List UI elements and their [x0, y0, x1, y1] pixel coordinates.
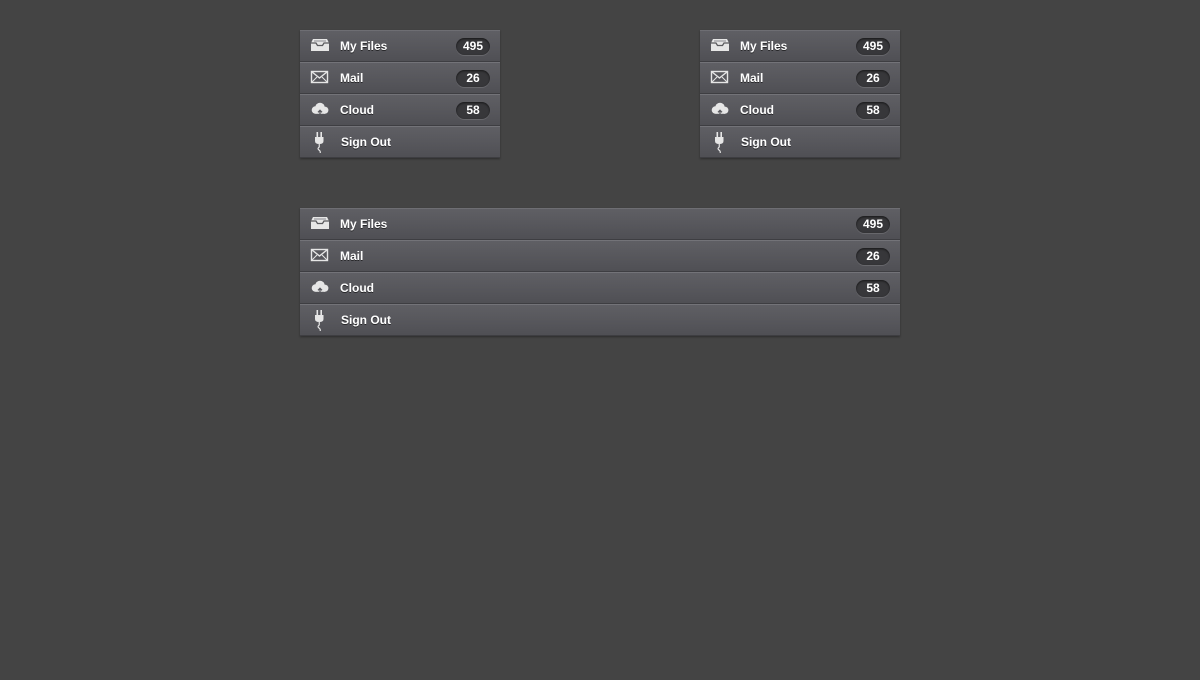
menu-item-label: Cloud	[740, 103, 774, 117]
menu-item-label: Mail	[740, 71, 764, 85]
menu-item-label: Cloud	[340, 281, 374, 295]
count-badge: 26	[856, 70, 890, 87]
mail-link[interactable]: Mail 26	[300, 63, 500, 94]
menu-item-my-files[interactable]: My Files 495	[300, 30, 500, 62]
sign-out-link[interactable]: Sign Out	[300, 127, 500, 158]
menu-item-sign-out[interactable]: Sign Out	[700, 126, 900, 158]
power-plug-icon	[310, 131, 330, 153]
cloud-link[interactable]: Cloud 58	[300, 95, 500, 126]
envelope-icon	[710, 70, 730, 88]
menu-item-cloud[interactable]: Cloud 58	[300, 94, 500, 126]
inbox-tray-icon	[710, 38, 730, 56]
cloud-link[interactable]: Cloud 58	[700, 95, 900, 126]
my-files-link[interactable]: My Files 495	[700, 31, 900, 62]
menu-item-my-files[interactable]: My Files 495	[700, 30, 900, 62]
menu-item-label: My Files	[340, 39, 388, 53]
count-badge: 58	[856, 102, 890, 119]
menu-item-cloud[interactable]: Cloud 58	[300, 272, 900, 304]
count-badge: 495	[855, 216, 890, 233]
menu-item-label: Sign Out	[341, 135, 391, 149]
menu-item-my-files[interactable]: My Files 495	[300, 208, 900, 240]
inbox-tray-icon	[310, 216, 330, 234]
power-plug-icon	[710, 131, 730, 153]
inbox-tray-icon	[310, 38, 330, 56]
menu-item-label: My Files	[340, 217, 388, 231]
my-files-link[interactable]: My Files 495	[300, 209, 900, 240]
cloud-icon	[310, 102, 330, 120]
nav-menu-wide: My Files 495 Mail 26 Cloud 58 Sign Out	[300, 208, 900, 336]
cloud-icon	[310, 280, 330, 298]
power-plug-icon	[310, 309, 330, 331]
sign-out-link[interactable]: Sign Out	[300, 305, 900, 336]
menu-item-mail[interactable]: Mail 26	[700, 62, 900, 94]
count-badge: 58	[456, 102, 490, 119]
nav-menu-narrow-left: My Files 495 Mail 26 Cloud 58 Sign Out	[300, 30, 500, 158]
cloud-icon	[710, 102, 730, 120]
menu-item-mail[interactable]: Mail 26	[300, 240, 900, 272]
menu-item-label: Sign Out	[341, 313, 391, 327]
menu-item-sign-out[interactable]: Sign Out	[300, 126, 500, 158]
count-badge: 495	[455, 38, 490, 55]
sign-out-link[interactable]: Sign Out	[700, 127, 900, 158]
envelope-icon	[310, 248, 330, 266]
menu-item-sign-out[interactable]: Sign Out	[300, 304, 900, 336]
my-files-link[interactable]: My Files 495	[300, 31, 500, 62]
cloud-link[interactable]: Cloud 58	[300, 273, 900, 304]
menu-item-mail[interactable]: Mail 26	[300, 62, 500, 94]
nav-menu-narrow-right: My Files 495 Mail 26 Cloud 58 Sign Out	[700, 30, 900, 158]
mail-link[interactable]: Mail 26	[700, 63, 900, 94]
menu-item-label: Cloud	[340, 103, 374, 117]
menu-item-label: My Files	[740, 39, 788, 53]
menu-item-label: Mail	[340, 71, 364, 85]
count-badge: 58	[856, 280, 890, 297]
menu-item-label: Sign Out	[741, 135, 791, 149]
mail-link[interactable]: Mail 26	[300, 241, 900, 272]
menu-item-label: Mail	[340, 249, 364, 263]
count-badge: 495	[855, 38, 890, 55]
envelope-icon	[310, 70, 330, 88]
count-badge: 26	[456, 70, 490, 87]
menu-item-cloud[interactable]: Cloud 58	[700, 94, 900, 126]
count-badge: 26	[856, 248, 890, 265]
